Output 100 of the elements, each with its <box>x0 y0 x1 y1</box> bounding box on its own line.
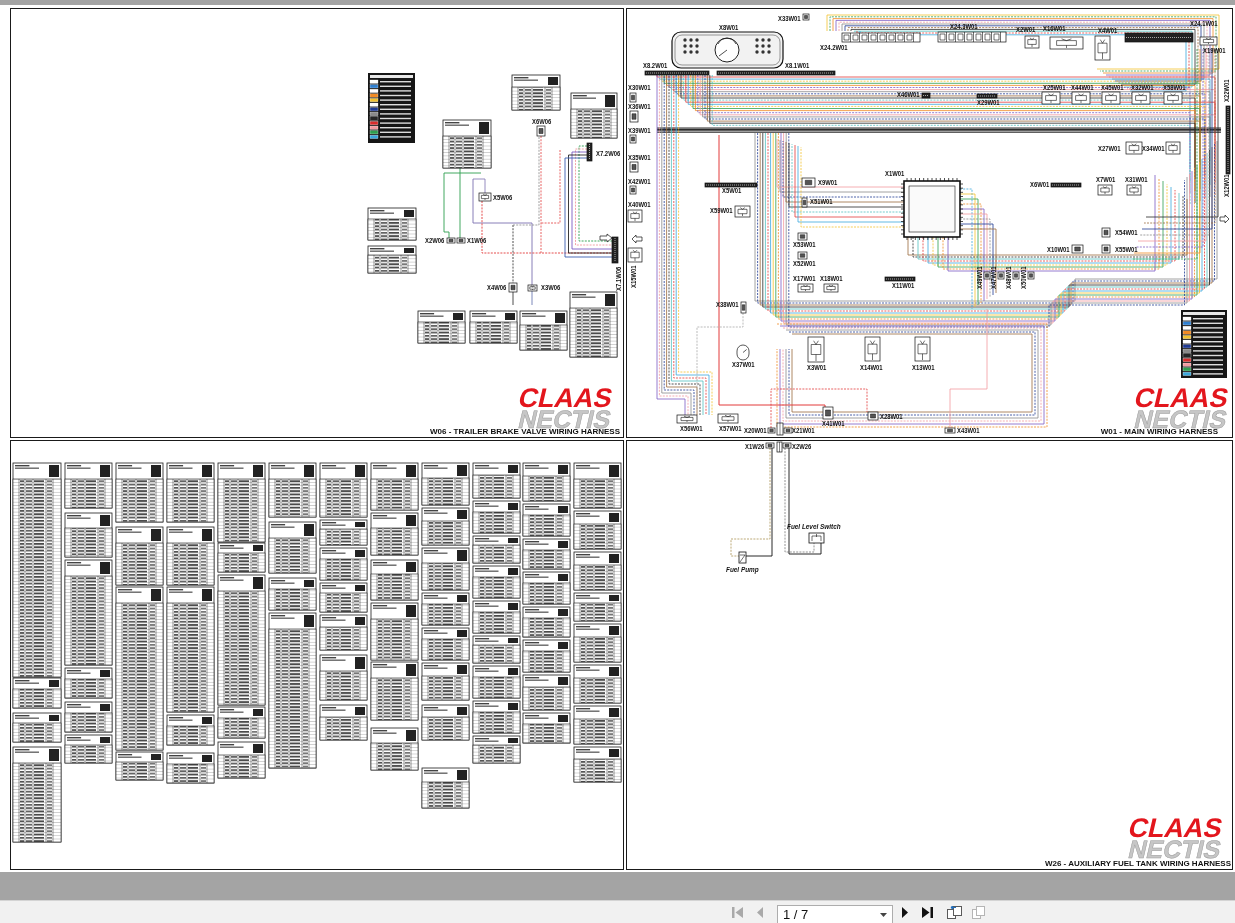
connector-icon <box>1125 141 1143 155</box>
connector-icon <box>783 427 793 434</box>
last-page-button[interactable] <box>922 906 933 918</box>
connector-icon <box>1163 91 1183 105</box>
connector-icon <box>1027 271 1035 280</box>
connector-icon <box>1131 91 1151 105</box>
connector-table-drawing <box>522 571 571 605</box>
connector-icon <box>1165 141 1181 155</box>
model-name: NECTIS <box>516 410 613 428</box>
connector-icon <box>676 414 698 424</box>
connector-table-drawing <box>421 462 470 506</box>
connector-icon <box>801 177 816 188</box>
component-label: Fuel Level Switch <box>787 521 841 532</box>
page-number-dropdown[interactable]: 1 / 7 <box>777 905 893 923</box>
connector-table-drawing <box>268 462 317 518</box>
connector-table-drawing <box>522 538 571 570</box>
arrow-icon <box>631 234 643 244</box>
connector-icon <box>867 411 879 421</box>
connector-table-drawing <box>522 639 571 673</box>
connector-table-drawing <box>166 752 215 784</box>
connector-icon <box>629 161 639 173</box>
connector-table-drawing <box>319 582 368 613</box>
connector-table-drawing <box>472 565 521 599</box>
connector-icon <box>767 427 776 434</box>
connector-icon <box>807 336 825 363</box>
connector-icon <box>536 125 546 137</box>
connector-table-drawing <box>522 503 571 537</box>
connector-icon <box>976 93 998 99</box>
connector-table-drawing <box>268 521 317 574</box>
model-name: NECTIS <box>1132 410 1229 428</box>
connector-table-drawing <box>522 674 571 711</box>
connector-table-drawing <box>370 661 419 721</box>
connector-icon <box>1101 244 1111 254</box>
connector-table-drawing <box>522 712 571 744</box>
connector-table-drawing <box>115 462 164 523</box>
connector-icon <box>797 283 814 293</box>
sheet-title: W06 - TRAILER BRAKE VALVE WIRING HARNESS <box>430 428 620 436</box>
connector-icon <box>937 31 1007 43</box>
connector-table-drawing <box>570 92 618 139</box>
connector-icon <box>1024 35 1040 49</box>
arrow-icon <box>599 233 613 243</box>
connector-icon <box>797 232 808 241</box>
connector-table-drawing <box>522 462 571 502</box>
sheet-title: W01 - MAIN WIRING HARNESS <box>1100 428 1218 436</box>
connector-icon <box>1050 182 1082 188</box>
connector-table-drawing <box>367 207 417 241</box>
connector-icon <box>822 406 834 420</box>
connector-table-drawing <box>417 310 466 344</box>
connector-table-drawing <box>319 654 368 701</box>
connector-icon <box>508 282 518 293</box>
triangle-left-icon <box>757 906 763 918</box>
connector-icon <box>884 276 916 282</box>
connector-icon <box>629 185 637 195</box>
connector-icon <box>478 192 492 202</box>
connector-icon <box>1101 91 1121 105</box>
connector-table-drawing <box>472 700 521 734</box>
connector-icon <box>717 413 739 424</box>
triangle-right-icon <box>902 906 908 918</box>
connector-icon <box>1097 184 1113 196</box>
connector-table-drawing <box>64 701 113 733</box>
connector-table-drawing <box>370 512 419 556</box>
connector-icon <box>1126 184 1142 196</box>
connector-table-drawing <box>442 119 492 169</box>
connector-icon <box>629 92 637 103</box>
connector-table-drawing <box>469 310 518 344</box>
rotate-view-button[interactable] <box>947 905 962 919</box>
connector-table-drawing <box>472 600 521 634</box>
pages-icon <box>972 905 985 919</box>
connector-icon <box>629 134 637 144</box>
connector-table-drawing <box>522 606 571 638</box>
wire-color-legend-drawing <box>368 73 415 143</box>
connector-table-drawing <box>472 500 521 534</box>
connector-table-drawing <box>472 735 521 764</box>
connector-table-drawing <box>421 627 470 661</box>
component-label: Fuel Pump <box>726 564 759 575</box>
connector-icon <box>734 205 751 218</box>
connector-table-drawing <box>421 507 470 546</box>
connector-table-drawing <box>472 635 521 664</box>
connector-icon <box>997 271 1005 280</box>
model-name: NECTIS <box>1126 840 1223 858</box>
connector-icon <box>797 251 808 260</box>
skip-forward-icon <box>922 906 933 918</box>
connector-table-drawing <box>370 559 419 601</box>
connector-table-drawing <box>319 704 368 741</box>
connector-table-drawing <box>472 665 521 699</box>
skip-back-icon <box>732 906 743 918</box>
connector-icon <box>1199 36 1218 46</box>
brand-name: CLAAS <box>1132 388 1231 408</box>
connector-icon <box>1041 91 1061 105</box>
connector-icon <box>914 336 931 362</box>
connector-table-drawing <box>511 74 561 111</box>
connector-table-drawing <box>367 245 417 274</box>
connector-table-drawing <box>421 662 470 701</box>
brand-name: CLAAS <box>1126 818 1225 838</box>
next-page-button[interactable] <box>902 906 908 918</box>
connector-icon <box>716 70 836 76</box>
connector-icon <box>983 271 991 280</box>
arrow-icon <box>1219 214 1230 224</box>
connector-table-drawing <box>370 602 419 661</box>
connector-table-drawing <box>217 741 266 779</box>
